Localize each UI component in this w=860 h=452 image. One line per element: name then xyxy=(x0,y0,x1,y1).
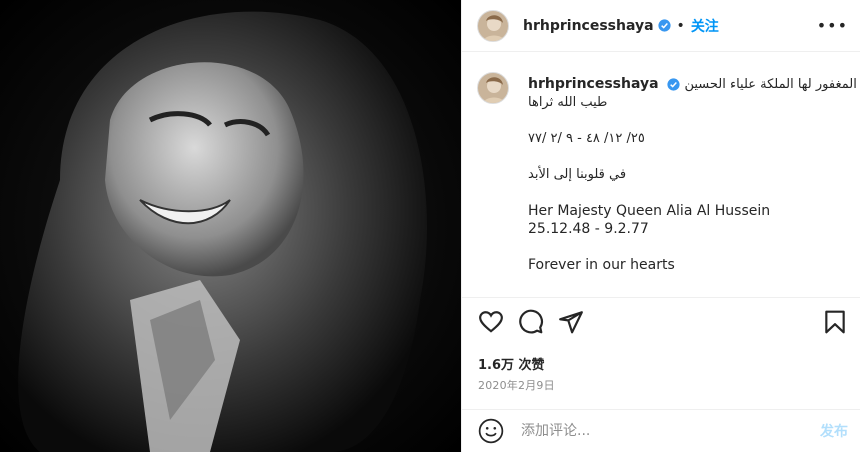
caption-line-arabic-dates: ٢٥/ ١٢/ ٤٨ - ٩ /٢ /٧٧ xyxy=(528,131,645,146)
caption-avatar[interactable] xyxy=(477,72,509,104)
share-icon[interactable] xyxy=(558,309,584,335)
caption-line-arabic-1: جلالة المغفور لها الملكة علياء الحسين xyxy=(684,77,860,92)
avatar[interactable] xyxy=(477,9,509,42)
caption-line-english-title: Her Majesty Queen Alia Al Hussein xyxy=(528,203,771,219)
caption-line-arabic-forever: في قلوبنا إلى الأبد xyxy=(528,167,627,182)
verified-badge-icon xyxy=(667,77,680,91)
caption-area[interactable]: hrhprincesshaya جلالة المغفور لها الملكة… xyxy=(462,53,860,297)
post-actions xyxy=(478,309,848,339)
caption-first-line: hrhprincesshaya جلالة المغفور لها الملكة… xyxy=(528,75,860,94)
heart-icon[interactable] xyxy=(478,309,504,335)
post-dialog: hrhprincesshaya • 关注 ••• hrhprincesshaya… xyxy=(0,0,860,452)
portrait-image xyxy=(0,0,461,452)
post-comment-button[interactable]: 发布 xyxy=(820,421,848,441)
caption-text: hrhprincesshaya جلالة المغفور لها الملكة… xyxy=(528,75,860,274)
verified-badge-icon xyxy=(657,19,671,32)
caption-username[interactable]: hrhprincesshaya xyxy=(528,76,659,92)
comment-bar: 发布 xyxy=(462,410,860,452)
post-photo[interactable] xyxy=(0,0,461,452)
more-options-button[interactable]: ••• xyxy=(817,16,848,35)
post-date[interactable]: 2020年2月9日 xyxy=(478,377,555,393)
comment-icon[interactable] xyxy=(518,309,544,335)
post-header: hrhprincesshaya • 关注 ••• xyxy=(462,0,860,52)
header-username[interactable]: hrhprincesshaya xyxy=(523,18,654,34)
divider xyxy=(462,297,860,298)
emoji-icon[interactable] xyxy=(478,418,504,444)
caption-line-arabic-2: طيب الله ثراها xyxy=(528,95,608,110)
caption-line-english-forever: Forever in our hearts xyxy=(528,257,675,273)
comment-input[interactable] xyxy=(519,422,793,440)
like-count[interactable]: 1.6万 次赞 xyxy=(478,354,545,373)
caption-line-english-dates: 25.12.48 - 9.2.77 xyxy=(528,221,649,237)
header-separator: • xyxy=(676,17,685,34)
bookmark-icon[interactable] xyxy=(822,309,848,335)
follow-button[interactable]: 关注 xyxy=(691,16,719,36)
post-side-panel: hrhprincesshaya • 关注 ••• hrhprincesshaya… xyxy=(461,0,860,452)
